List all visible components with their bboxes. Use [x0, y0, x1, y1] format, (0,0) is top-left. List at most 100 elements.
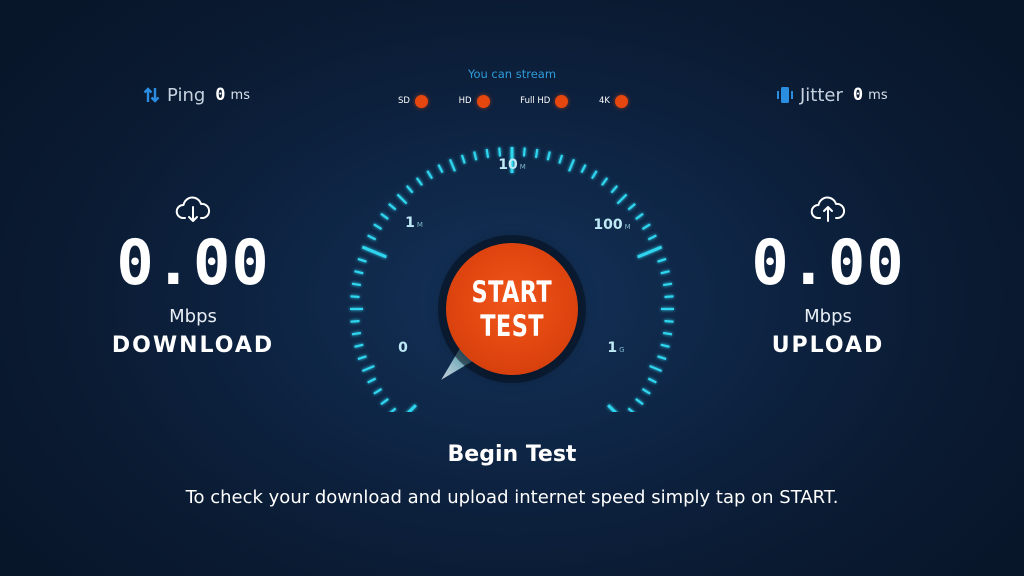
upload-panel: 0.00 Mbps UPLOAD — [733, 196, 923, 358]
gauge-tick — [350, 319, 360, 323]
gauge-tick — [396, 193, 408, 205]
gauge-tick — [426, 170, 433, 180]
status-dot — [414, 94, 428, 108]
ping-metric: Ping 0 ms — [143, 84, 250, 106]
gauge-tick — [351, 282, 362, 287]
stream-item-label: 4K — [599, 96, 610, 106]
gauge-tick — [380, 212, 389, 220]
gauge-tick — [361, 365, 375, 373]
gauge-tick — [641, 388, 651, 395]
download-unit: Mbps — [169, 306, 217, 327]
gauge-tick — [367, 377, 377, 384]
gauge-major-tick — [406, 404, 417, 412]
gauge-tick — [485, 148, 490, 159]
jitter-label: Jitter — [800, 84, 843, 106]
gauge-tick — [641, 223, 651, 230]
gauge-major-tick — [361, 245, 387, 259]
gauge-tick — [437, 164, 444, 174]
gauge-tick — [357, 355, 367, 361]
gauge-major-tick — [607, 404, 618, 412]
gauge-tick — [534, 148, 539, 159]
cloud-upload-icon — [810, 196, 846, 222]
gauge-tick — [357, 257, 367, 263]
gauge-tick — [662, 282, 673, 287]
gauge-scale-label: 1G — [607, 340, 624, 356]
gauge-tick — [498, 147, 502, 157]
upload-unit: Mbps — [804, 306, 852, 327]
gauge-tick — [354, 270, 364, 275]
status-dot — [555, 94, 569, 108]
jitter-metric: Jitter 0 ms — [776, 84, 888, 106]
jitter-unit: ms — [868, 87, 888, 103]
gauge-tick — [635, 398, 644, 406]
gauge-tick — [558, 154, 564, 164]
start-button-line1: START — [471, 275, 553, 309]
gauge-scale-label: 10 M — [498, 157, 526, 173]
gauge-tick — [627, 202, 636, 211]
status-dot — [614, 94, 628, 108]
gauge-tick — [388, 202, 397, 211]
gauge-tick — [367, 234, 377, 241]
gauge-tick — [448, 158, 456, 172]
gauge-tick — [473, 151, 478, 161]
stream-item-label: HD — [458, 96, 472, 106]
upload-speed-value: 0.00 — [751, 226, 905, 299]
gauge-scale-label: 1M — [405, 215, 423, 231]
gauge-tick — [647, 377, 657, 384]
upload-label: UPLOAD — [771, 333, 885, 358]
download-panel: 0.00 Mbps DOWNLOAD — [98, 196, 288, 358]
start-test-button[interactable]: START TEST — [446, 243, 578, 375]
gauge-tick — [616, 193, 628, 205]
gauge-tick — [662, 331, 673, 336]
stream-indicators: SD HD Full HD 4K — [398, 93, 628, 109]
gauge-tick — [627, 407, 635, 412]
gauge-tick — [591, 170, 598, 180]
gauge-tick — [460, 154, 466, 164]
begin-test-title: Begin Test — [447, 442, 577, 467]
gauge-tick — [657, 257, 667, 263]
gauge-tick — [649, 365, 663, 373]
ping-value: 0 — [215, 85, 226, 105]
gauge-tick — [580, 164, 587, 174]
gauge-tick — [657, 355, 667, 361]
gauge-tick — [546, 151, 551, 161]
stream-item-label: Full HD — [520, 96, 551, 106]
gauge-tick — [351, 331, 362, 336]
gauge-scale-label: 100 M — [593, 217, 630, 233]
begin-test-description: To check your download and upload intern… — [185, 487, 839, 508]
ping-unit: ms — [230, 87, 250, 103]
up-down-arrows-icon — [143, 87, 160, 103]
gauge-tick — [647, 234, 657, 241]
gauge-tick — [373, 388, 383, 395]
gauge-tick — [405, 185, 414, 194]
download-speed-value: 0.00 — [116, 226, 270, 299]
download-label: DOWNLOAD — [111, 333, 275, 358]
stream-item-hd: HD — [458, 94, 490, 108]
gauge-tick — [373, 223, 383, 230]
gauge-tick — [635, 212, 644, 220]
gauge-tick — [660, 270, 670, 275]
start-button-line2: TEST — [480, 309, 544, 343]
gauge-tick — [522, 147, 526, 157]
jitter-value: 0 — [852, 85, 864, 105]
gauge-major-tick — [637, 245, 663, 259]
gauge-tick — [380, 398, 389, 406]
gauge-tick — [601, 177, 609, 186]
stream-item-4k: 4K — [599, 94, 628, 108]
gauge-tick — [568, 158, 576, 172]
jitter-icon — [777, 87, 793, 103]
stream-item-full-hd: Full HD — [520, 94, 569, 108]
gauge-tick — [415, 177, 423, 186]
gauge-tick — [354, 343, 364, 348]
cloud-download-icon — [175, 196, 211, 222]
gauge-tick — [660, 343, 670, 348]
gauge-tick — [350, 295, 360, 299]
ping-label: Ping — [167, 84, 206, 106]
status-dot — [476, 94, 490, 108]
gauge-tick — [610, 185, 619, 194]
stream-title: You can stream — [467, 67, 557, 81]
gauge-tick — [664, 295, 674, 299]
gauge-tick — [664, 319, 674, 323]
stream-item-label: SD — [398, 96, 410, 106]
gauge-scale-label: 0 — [398, 340, 408, 356]
